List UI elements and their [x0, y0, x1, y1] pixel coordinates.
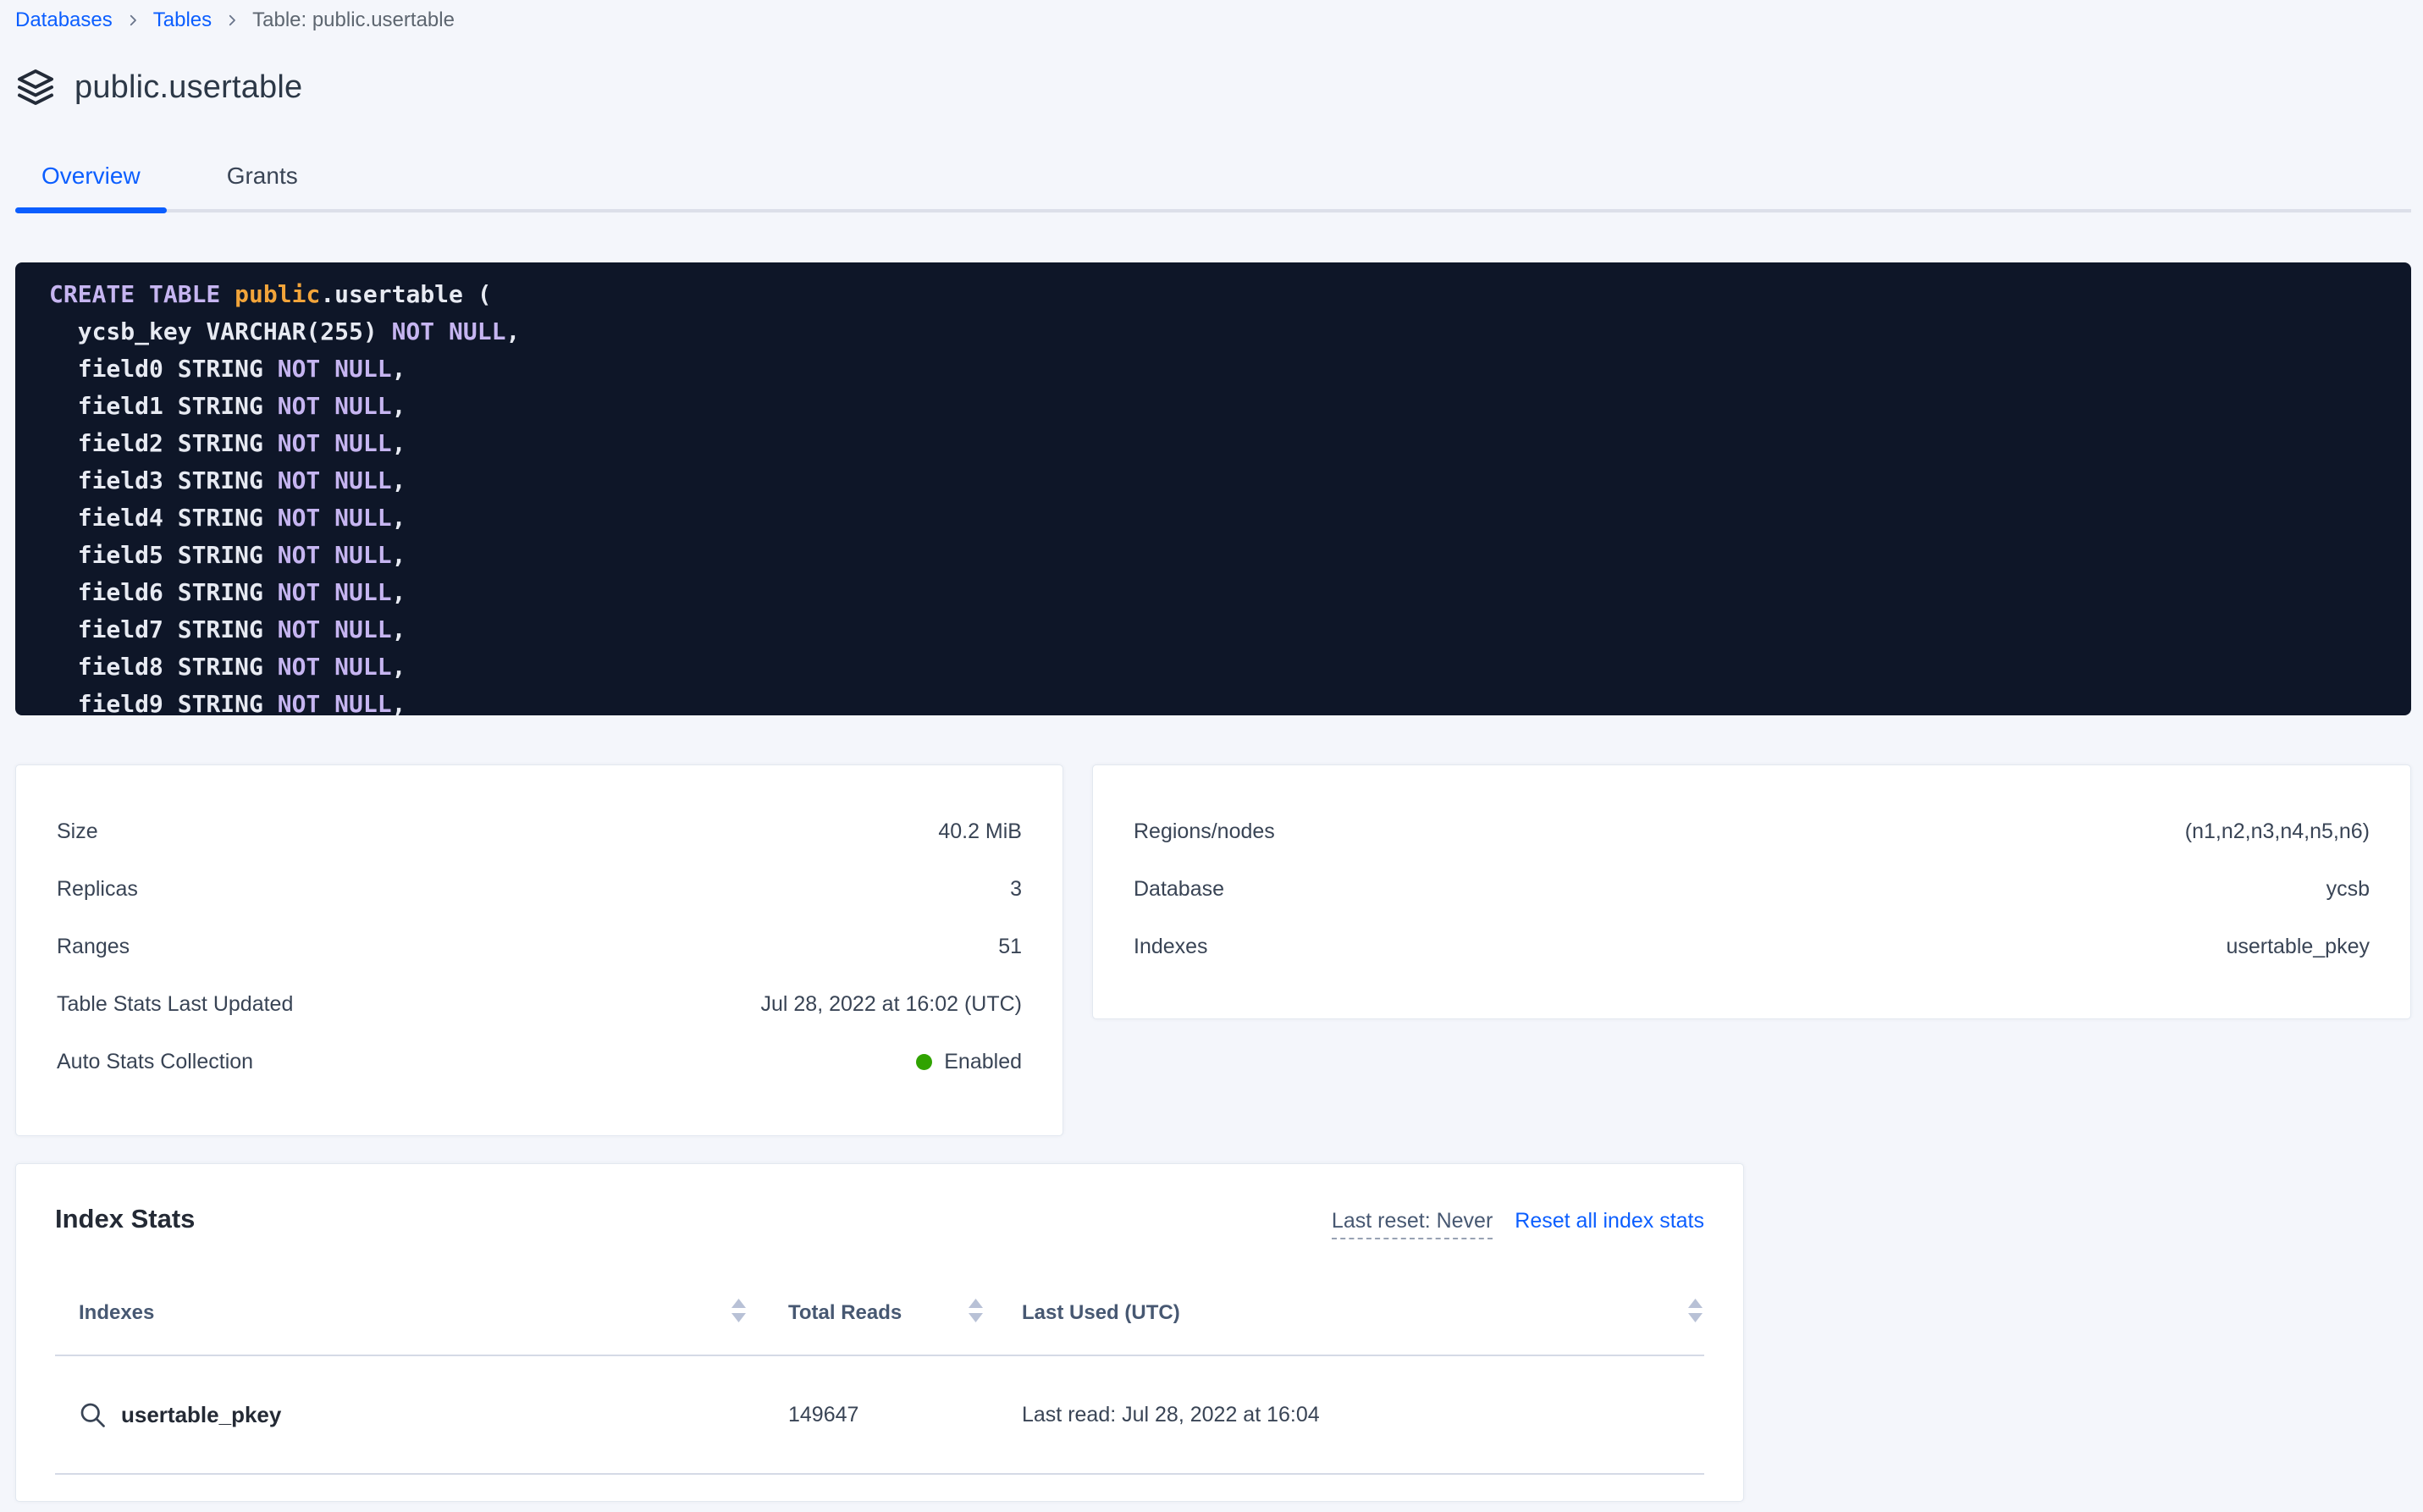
breadcrumb-link-databases[interactable]: Databases: [15, 8, 113, 33]
detail-value: (n1,n2,n3,n4,n5,n6): [2185, 819, 2370, 844]
detail-label: Size: [57, 819, 98, 844]
detail-label: Ranges: [57, 935, 130, 959]
breadcrumb-current: Table: public.usertable: [252, 8, 455, 33]
detail-row-auto-stats: Auto Stats Collection Enabled: [57, 1033, 1022, 1090]
magnifier-icon: [77, 1399, 108, 1430]
detail-label: Table Stats Last Updated: [57, 992, 293, 1017]
index-stats-title: Index Stats: [55, 1203, 195, 1235]
detail-label: Regions/nodes: [1134, 819, 1275, 844]
chevron-right-icon: [224, 13, 240, 28]
detail-row-size: Size 40.2 MiB: [57, 803, 1022, 860]
layers-stack-icon: [15, 67, 56, 108]
table-details-card: Size 40.2 MiB Replicas 3 Ranges 51 Table…: [15, 764, 1063, 1136]
column-header-label: Indexes: [79, 1301, 154, 1325]
total-reads-value: 149647: [748, 1403, 985, 1427]
detail-value: 40.2 MiB: [938, 819, 1022, 844]
index-stats-actions: Last reset: Never Reset all index stats: [1332, 1209, 1704, 1239]
table-row: usertable_pkey 149647 Last read: Jul 28,…: [55, 1356, 1704, 1475]
detail-value: 51: [998, 935, 1022, 959]
detail-row-replicas: Replicas 3: [57, 860, 1022, 918]
sort-icon: [1686, 1296, 1704, 1331]
summary-cards: Size 40.2 MiB Replicas 3 Ranges 51 Table…: [15, 764, 2411, 1136]
detail-value: usertable_pkey: [2226, 935, 2370, 959]
sort-icon: [730, 1296, 748, 1331]
index-link-usertable-pkey[interactable]: usertable_pkey: [55, 1399, 748, 1430]
detail-value: Jul 28, 2022 at 16:02 (UTC): [761, 992, 1023, 1017]
sort-icon: [967, 1296, 985, 1331]
tab-overview[interactable]: Overview: [15, 162, 167, 209]
table-header-row: Indexes Total Reads Last Used (UTC): [55, 1272, 1704, 1356]
column-header-label: Total Reads: [788, 1301, 902, 1325]
column-header-label: Last Used (UTC): [1022, 1301, 1180, 1325]
breadcrumb-link-tables[interactable]: Tables: [153, 8, 212, 33]
detail-row-regions: Regions/nodes (n1,n2,n3,n4,n5,n6): [1134, 803, 2370, 860]
chevron-right-icon: [125, 13, 141, 28]
status-badge: Enabled: [916, 1050, 1022, 1074]
page-title: public.usertable: [75, 69, 302, 106]
column-header-total-reads[interactable]: Total Reads: [748, 1296, 985, 1331]
index-stats-card: Index Stats Last reset: Never Reset all …: [15, 1163, 1744, 1502]
reset-index-stats-link[interactable]: Reset all index stats: [1515, 1209, 1704, 1233]
index-stats-table: Indexes Total Reads Last Used (UTC): [55, 1272, 1704, 1475]
last-reset-label: Last reset: Never: [1332, 1209, 1493, 1239]
detail-label: Replicas: [57, 877, 138, 902]
column-header-last-used[interactable]: Last Used (UTC): [985, 1296, 1704, 1331]
sql-create-statement: CREATE TABLE public.usertable ( ycsb_key…: [15, 262, 2411, 715]
detail-row-database: Database ycsb: [1134, 860, 2370, 918]
tab-bar: Overview Grants: [15, 162, 2411, 212]
table-topology-card: Regions/nodes (n1,n2,n3,n4,n5,n6) Databa…: [1092, 764, 2411, 1019]
page-header: public.usertable: [15, 67, 2411, 108]
detail-label: Indexes: [1134, 935, 1208, 959]
detail-label: Database: [1134, 877, 1224, 902]
last-used-value: Last read: Jul 28, 2022 at 16:04: [985, 1403, 1704, 1427]
status-dot-icon: [916, 1054, 932, 1070]
detail-label: Auto Stats Collection: [57, 1050, 253, 1074]
detail-value: ycsb: [2326, 877, 2370, 902]
detail-row-stats-updated: Table Stats Last Updated Jul 28, 2022 at…: [57, 975, 1022, 1033]
detail-row-ranges: Ranges 51: [57, 918, 1022, 975]
table-details-page: Databases Tables Table: public.usertable…: [0, 0, 2423, 1512]
breadcrumb: Databases Tables Table: public.usertable: [15, 0, 2411, 33]
detail-row-indexes: Indexes usertable_pkey: [1134, 918, 2370, 975]
status-text: Enabled: [944, 1050, 1022, 1073]
index-stats-header: Index Stats Last reset: Never Reset all …: [55, 1203, 1704, 1239]
column-header-indexes[interactable]: Indexes: [55, 1296, 748, 1331]
tab-grants[interactable]: Grants: [201, 162, 324, 209]
detail-value: 3: [1010, 877, 1022, 902]
index-name: usertable_pkey: [121, 1402, 281, 1428]
